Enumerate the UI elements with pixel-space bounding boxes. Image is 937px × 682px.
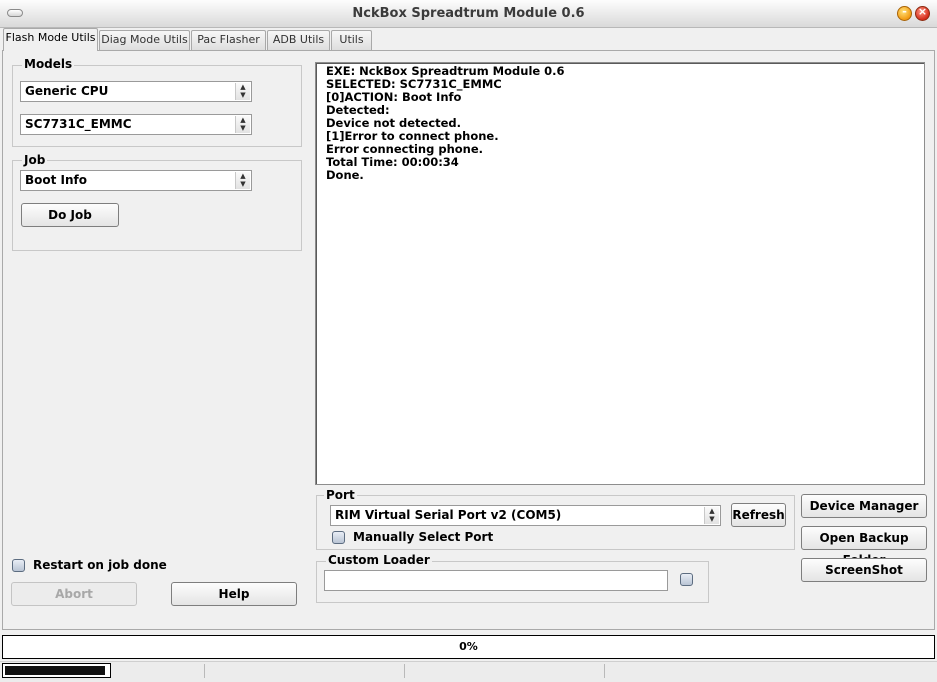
status-bar — [0, 661, 937, 682]
refresh-button[interactable]: Refresh — [731, 503, 786, 527]
open-backup-folder-button[interactable]: Open Backup Folder — [801, 526, 927, 567]
model-select[interactable]: SC7731C_EMMC ▲ ▼ — [20, 114, 252, 135]
abort-button[interactable]: Abort — [11, 582, 137, 606]
tab-utils[interactable]: Utils — [331, 30, 372, 50]
custom-loader-checkbox[interactable] — [680, 573, 693, 586]
combo-arrow-icon[interactable]: ▲ ▼ — [704, 507, 719, 524]
tab-adb-utils[interactable]: ADB Utils — [267, 30, 330, 50]
status-separator — [204, 664, 205, 678]
progress-text: 0% — [459, 640, 478, 653]
port-select-value: RIM Virtual Serial Port v2 (COM5) — [335, 508, 562, 522]
log-output[interactable]: EXE: NckBox Spreadtrum Module 0.6 SELECT… — [315, 62, 925, 485]
models-group-title: Models — [22, 57, 75, 71]
custom-loader-title: Custom Loader — [326, 553, 432, 567]
do-job-button[interactable]: Do Job — [21, 203, 119, 227]
minimize-button[interactable]: - — [897, 5, 912, 21]
manual-port-checkbox[interactable] — [332, 531, 345, 544]
combo-arrow-icon[interactable]: ▲ ▼ — [235, 172, 250, 189]
cpu-select[interactable]: Generic CPU ▲ ▼ — [20, 81, 252, 102]
close-icon: × — [917, 5, 928, 18]
close-button[interactable]: × — [915, 5, 930, 21]
restart-on-job-done-checkbox[interactable] — [12, 559, 25, 572]
model-select-value: SC7731C_EMMC — [25, 117, 132, 131]
device-manager-button[interactable]: Device Manager — [801, 494, 927, 518]
job-select-value: Boot Info — [25, 173, 88, 187]
help-button[interactable]: Help — [171, 582, 297, 606]
manual-port-label: Manually Select Port — [353, 530, 494, 544]
status-progress-fill — [5, 666, 105, 675]
tab-flash-mode-utils[interactable]: Flash Mode Utils — [3, 28, 98, 51]
job-group-title: Job — [22, 153, 48, 167]
window-title: NckBox Spreadtrum Module 0.6 — [352, 6, 585, 21]
custom-loader-input[interactable] — [324, 570, 668, 591]
progress-bar: 0% — [2, 635, 935, 659]
tab-diag-mode-utils[interactable]: Diag Mode Utils — [99, 30, 190, 50]
log-line: [0]ACTION: Boot Info — [326, 90, 462, 104]
log-line: Done. — [326, 168, 364, 182]
tab-pac-flasher[interactable]: Pac Flasher — [191, 30, 266, 50]
restart-on-job-done-label: Restart on job done — [33, 558, 167, 572]
port-select[interactable]: RIM Virtual Serial Port v2 (COM5) ▲ ▼ — [330, 505, 721, 526]
combo-arrow-icon[interactable]: ▲ ▼ — [235, 83, 250, 100]
job-select[interactable]: Boot Info ▲ ▼ — [20, 170, 252, 191]
port-group-title: Port — [324, 488, 357, 502]
combo-arrow-icon[interactable]: ▲ ▼ — [235, 116, 250, 133]
minimize-icon: - — [902, 5, 907, 18]
status-separator — [604, 664, 605, 678]
screenshot-button[interactable]: ScreenShot — [801, 558, 927, 582]
cpu-select-value: Generic CPU — [25, 84, 109, 98]
log-line: Total Time: 00:00:34 — [326, 155, 459, 169]
status-separator — [404, 664, 405, 678]
